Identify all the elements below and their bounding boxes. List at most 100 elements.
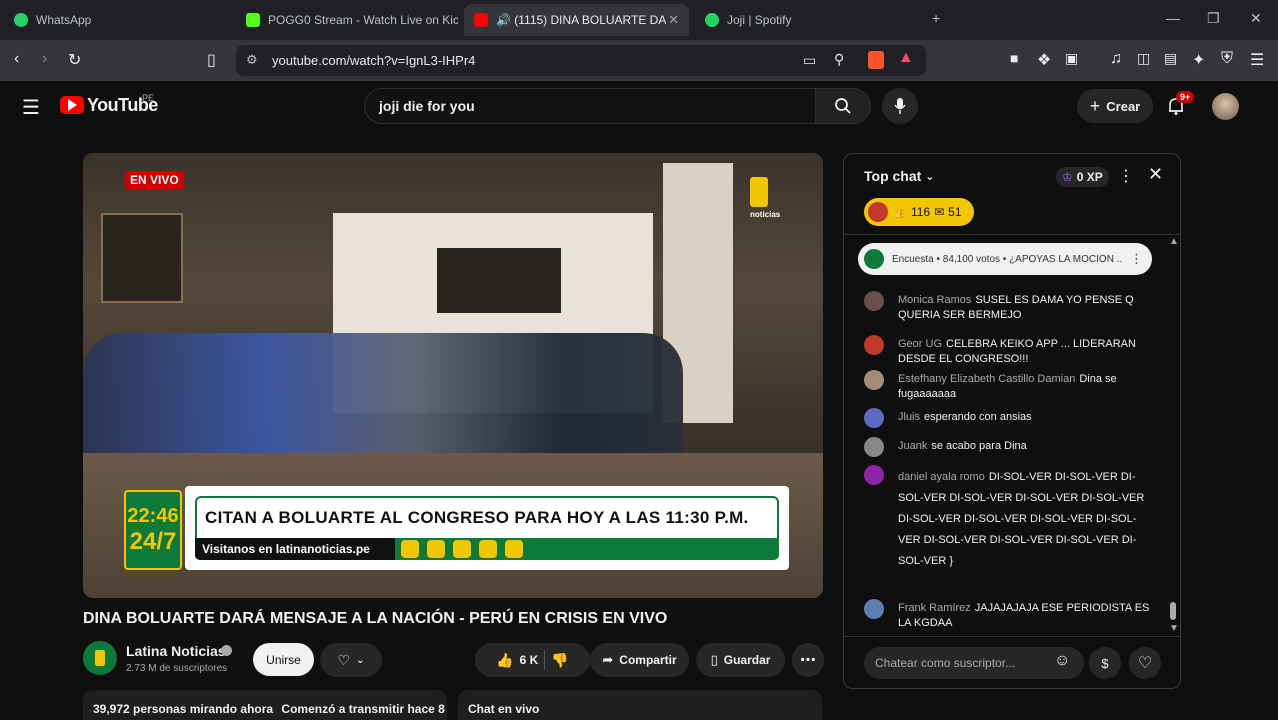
divider	[544, 650, 546, 670]
wallet-icon[interactable]: ▤	[1164, 50, 1177, 67]
join-button[interactable]: Unirse	[253, 643, 314, 676]
chat-text: se acabo para Dina	[931, 440, 1027, 452]
video-title: DINA BOLUARTE DARÁ MENSAJE A LA NACIÓN -…	[83, 610, 668, 627]
latina-logo-icon	[750, 177, 768, 207]
user-avatar	[864, 437, 884, 457]
instagram-icon	[479, 540, 497, 558]
chat-message: Geor UG CELEBRA KEIKO APP ... LIDERARAN D…	[864, 335, 1144, 369]
more-actions-button[interactable]: ⋯	[792, 643, 824, 677]
like-dislike-group: 👍 6 K 👎	[475, 643, 590, 677]
user-avatar	[864, 465, 884, 485]
notifications-button[interactable]: 9+	[1166, 91, 1195, 121]
user-avatar	[864, 408, 884, 428]
chat-author[interactable]: Geor UG	[898, 338, 942, 350]
chat-author[interactable]: Estefhany Elizabeth Castillo Damian	[898, 373, 1075, 385]
back-icon[interactable]: ‹	[14, 50, 19, 68]
video-player[interactable]: EN VIVO noticias 22:46 24/7 CITAN A BOLU…	[83, 153, 823, 598]
sidebar-icon[interactable]: ◫	[1137, 50, 1150, 67]
close-window-icon[interactable]: ✕	[1250, 10, 1262, 27]
subscribe-bell-button[interactable]: ♡ ⌄	[320, 643, 382, 677]
heart-button[interactable]: ♡	[1129, 647, 1161, 679]
ai-icon[interactable]: ✦	[1192, 50, 1205, 70]
scrollbar-thumb[interactable]	[1170, 602, 1176, 620]
hamburger-menu-icon[interactable]: ☰	[22, 95, 40, 120]
poll-banner[interactable]: Encuesta • 84,100 votos • ¿APOYAS LA MOC…	[858, 243, 1152, 275]
minimize-icon[interactable]: —	[1166, 10, 1180, 26]
chat-mode-label: Top chat	[864, 168, 922, 184]
puzzle-icon[interactable]: ❖	[1037, 50, 1051, 70]
chat-message: Jluis esperando con ansias	[864, 408, 1144, 428]
dislike-button[interactable]: 👎	[551, 652, 568, 669]
tab-whatsapp[interactable]: WhatsApp	[4, 4, 230, 36]
xp-value: 0 XP	[1076, 170, 1103, 184]
chat-author[interactable]: Frank Ramírez	[898, 602, 971, 614]
chat-author[interactable]: Monica Ramos	[898, 294, 971, 306]
youtube-logo-icon[interactable]	[60, 96, 84, 114]
close-chat-icon[interactable]: ✕	[1148, 164, 1163, 185]
like-button[interactable]: 👍 6 K	[496, 652, 538, 669]
url-text: youtube.com/watch?v=IgnL3-IHPr4	[272, 53, 476, 68]
new-tab-icon[interactable]: +	[932, 10, 940, 26]
reload-icon[interactable]: ↻	[68, 50, 81, 70]
search-input[interactable]: joji die for you	[364, 88, 816, 124]
scroll-down-icon[interactable]: ▼	[1169, 623, 1179, 634]
address-bar[interactable]: ⚙ youtube.com/watch?v=IgnL3-IHPr4 ▭ ⚲ ▲	[236, 45, 926, 76]
channel-avatar[interactable]	[83, 641, 117, 675]
restore-icon[interactable]: ❐	[1207, 10, 1220, 27]
chat-input[interactable]: Chatear como suscriptor... ☺	[864, 647, 1084, 679]
zoom-icon[interactable]: ⚲	[834, 51, 844, 68]
brave-shields-icon[interactable]	[868, 51, 884, 69]
tab-kick[interactable]: POGG0 Stream - Watch Live on Kick	[236, 4, 458, 36]
chat-stats-pill[interactable]: 👍 116 ✉ 51	[864, 198, 974, 226]
tab-youtube[interactable]: 🔊 (1115) DINA BOLUARTE DARÁ ✕	[464, 4, 689, 36]
chat-author[interactable]: daniel ayala romo	[898, 471, 985, 483]
shield-icon[interactable]: ⛨	[1221, 50, 1233, 68]
avatar[interactable]	[1212, 93, 1239, 120]
chat-author[interactable]: Juank	[898, 440, 927, 452]
chat-author[interactable]: Jluis	[898, 411, 920, 423]
voice-search-button[interactable]	[882, 88, 918, 124]
chat-message: Juank se acabo para Dina	[864, 437, 1144, 457]
youtube-social-icon	[427, 540, 445, 558]
extension-icon[interactable]: ■	[1010, 50, 1018, 66]
headline: CITAN A BOLUARTE AL CONGRESO PARA HOY A …	[205, 508, 749, 527]
cast-icon[interactable]: ▭	[803, 52, 816, 69]
search-button[interactable]	[815, 88, 871, 124]
chat-divider	[844, 636, 1180, 637]
site-text: Visitanos en latinanoticias.pe	[202, 542, 370, 556]
close-tab-icon[interactable]: ✕	[668, 12, 679, 28]
stat-messages: 51	[948, 205, 962, 219]
chevron-down-icon: ⌄	[925, 170, 935, 183]
poll-more-icon[interactable]: ⋮	[1130, 251, 1143, 267]
xp-badge[interactable]: ♔ 0 XP	[1056, 167, 1109, 187]
search-query: joji die for you	[379, 98, 475, 114]
notification-badge: 9+	[1176, 91, 1195, 103]
chat-more-icon[interactable]: ⋮	[1118, 166, 1134, 186]
brave-rewards-icon[interactable]: ▲	[898, 49, 914, 67]
thumbs-up-icon: 👍	[892, 205, 907, 219]
save-button[interactable]: ▯ Guardar	[696, 643, 785, 677]
subscriber-count: 2.73 M de suscriptores	[126, 663, 228, 674]
forward-icon[interactable]: ›	[42, 50, 47, 68]
super-chat-button[interactable]: $	[1089, 647, 1121, 679]
menu-icon[interactable]: ☰	[1250, 50, 1264, 70]
thumbs-down-icon: 👎	[551, 651, 569, 668]
site-info-icon[interactable]: ⚙	[246, 52, 258, 68]
share-button[interactable]: ➦ Compartir	[590, 643, 689, 677]
live-chat-replay-box[interactable]: Chat en vivo	[458, 690, 822, 720]
window	[101, 213, 183, 303]
search-icon	[835, 98, 851, 114]
channel-name[interactable]: Latina Noticias	[126, 643, 226, 659]
user-avatar	[864, 291, 884, 311]
music-icon[interactable]: ♫	[1110, 50, 1122, 68]
emoji-icon[interactable]: ☺	[1054, 652, 1070, 670]
description-box[interactable]: 39,972 personas mirando ahora Comenzó a …	[83, 690, 447, 720]
chat-mode-selector[interactable]: Top chat ⌄	[864, 168, 935, 184]
thumbs-up-icon: 👍	[496, 651, 514, 668]
capture-icon[interactable]: ▣	[1065, 50, 1078, 67]
region-code: PE	[142, 93, 155, 103]
create-button[interactable]: + Crear	[1077, 89, 1153, 123]
bookmark-icon[interactable]: ▯	[207, 50, 216, 70]
scroll-up-icon[interactable]: ▲	[1169, 236, 1179, 247]
tab-spotify[interactable]: Joji | Spotify	[695, 4, 921, 36]
